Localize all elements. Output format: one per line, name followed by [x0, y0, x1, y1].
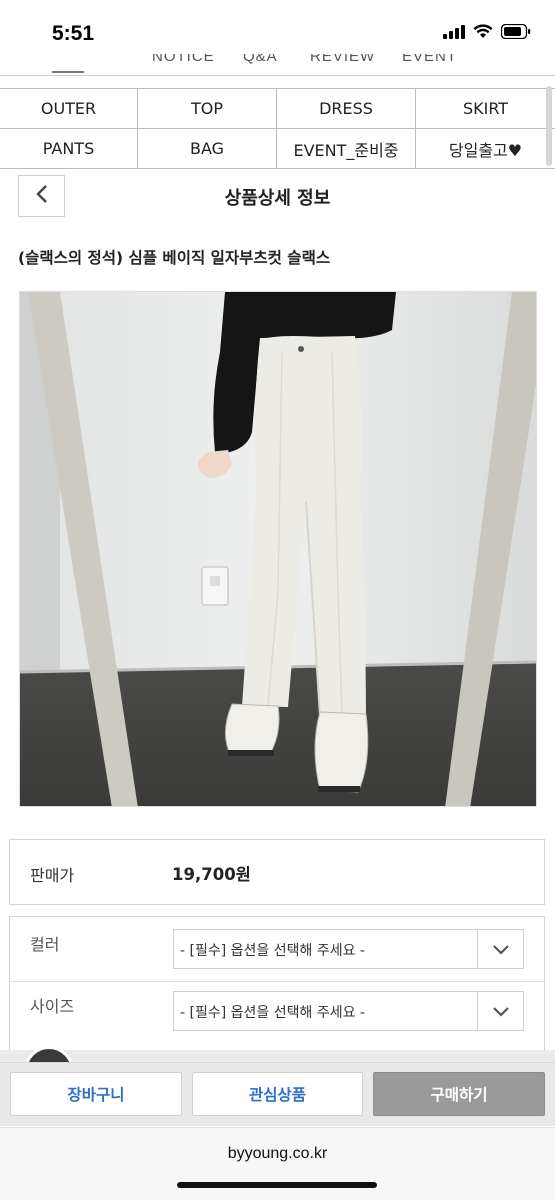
battery-icon	[500, 23, 531, 43]
scrollbar[interactable]	[546, 86, 552, 166]
wishlist-button[interactable]: 관심상품	[192, 1072, 363, 1116]
category-same-day[interactable]: 당일출고♥	[416, 129, 555, 169]
nav-notice[interactable]: NOTICE	[152, 54, 215, 65]
category-top[interactable]: TOP	[138, 89, 277, 129]
category-pants[interactable]: PANTS	[0, 129, 138, 169]
action-bar: 장바구니 관심상품 구매하기	[0, 1062, 555, 1126]
price-row: 판매가 19,700원	[9, 839, 545, 905]
size-select-value: - [필수] 옵션을 선택해 주세요 -	[180, 1005, 365, 1021]
color-label: 컬러	[30, 935, 60, 954]
chevron-down-icon[interactable]	[477, 992, 523, 1030]
status-bar: 5:51	[0, 0, 555, 62]
options-panel: 컬러 - [필수] 옵션을 선택해 주세요 - 사이즈 - [필수] 옵션을 선…	[9, 916, 545, 1051]
add-to-cart-button[interactable]: 장바구니	[10, 1072, 182, 1116]
home-indicator[interactable]	[177, 1182, 377, 1188]
price-label: 판매가	[30, 866, 75, 885]
chevron-down-icon[interactable]	[477, 930, 523, 968]
category-skirt[interactable]: SKIRT	[416, 89, 555, 129]
product-image[interactable]	[19, 291, 537, 807]
category-event[interactable]: EVENT_준비중	[277, 129, 416, 169]
buy-now-button[interactable]: 구매하기	[373, 1072, 545, 1116]
url-text[interactable]: byyoung.co.kr	[0, 1145, 555, 1163]
nav-underline	[52, 71, 84, 73]
product-name: (슬랙스의 정석) 심플 베이직 일자부츠컷 슬랙스	[18, 249, 331, 267]
category-outer[interactable]: OUTER	[0, 89, 138, 129]
nav-event[interactable]: EVENT	[402, 54, 457, 65]
status-icons	[443, 23, 531, 43]
nav-qna[interactable]: Q&A	[243, 54, 278, 65]
browser-url-bar[interactable]: byyoung.co.kr	[0, 1127, 555, 1200]
category-bag[interactable]: BAG	[138, 129, 277, 169]
nav-review[interactable]: REVIEW	[310, 54, 375, 65]
price-value: 19,700원	[172, 865, 251, 884]
size-select[interactable]: - [필수] 옵션을 선택해 주세요 -	[173, 991, 524, 1031]
category-menu: OUTER TOP DRESS SKIRT PANTS BAG EVENT_준비…	[0, 88, 555, 169]
signal-icon	[443, 24, 465, 43]
category-dress[interactable]: DRESS	[277, 89, 416, 129]
size-label: 사이즈	[30, 997, 75, 1016]
status-time: 5:51	[52, 22, 95, 45]
wifi-icon	[473, 24, 493, 43]
page-title: 상품상세 정보	[224, 188, 331, 209]
color-select-value: - [필수] 옵션을 선택해 주세요 -	[180, 943, 365, 959]
options-divider	[10, 981, 544, 982]
color-select[interactable]: - [필수] 옵션을 선택해 주세요 -	[173, 929, 524, 969]
